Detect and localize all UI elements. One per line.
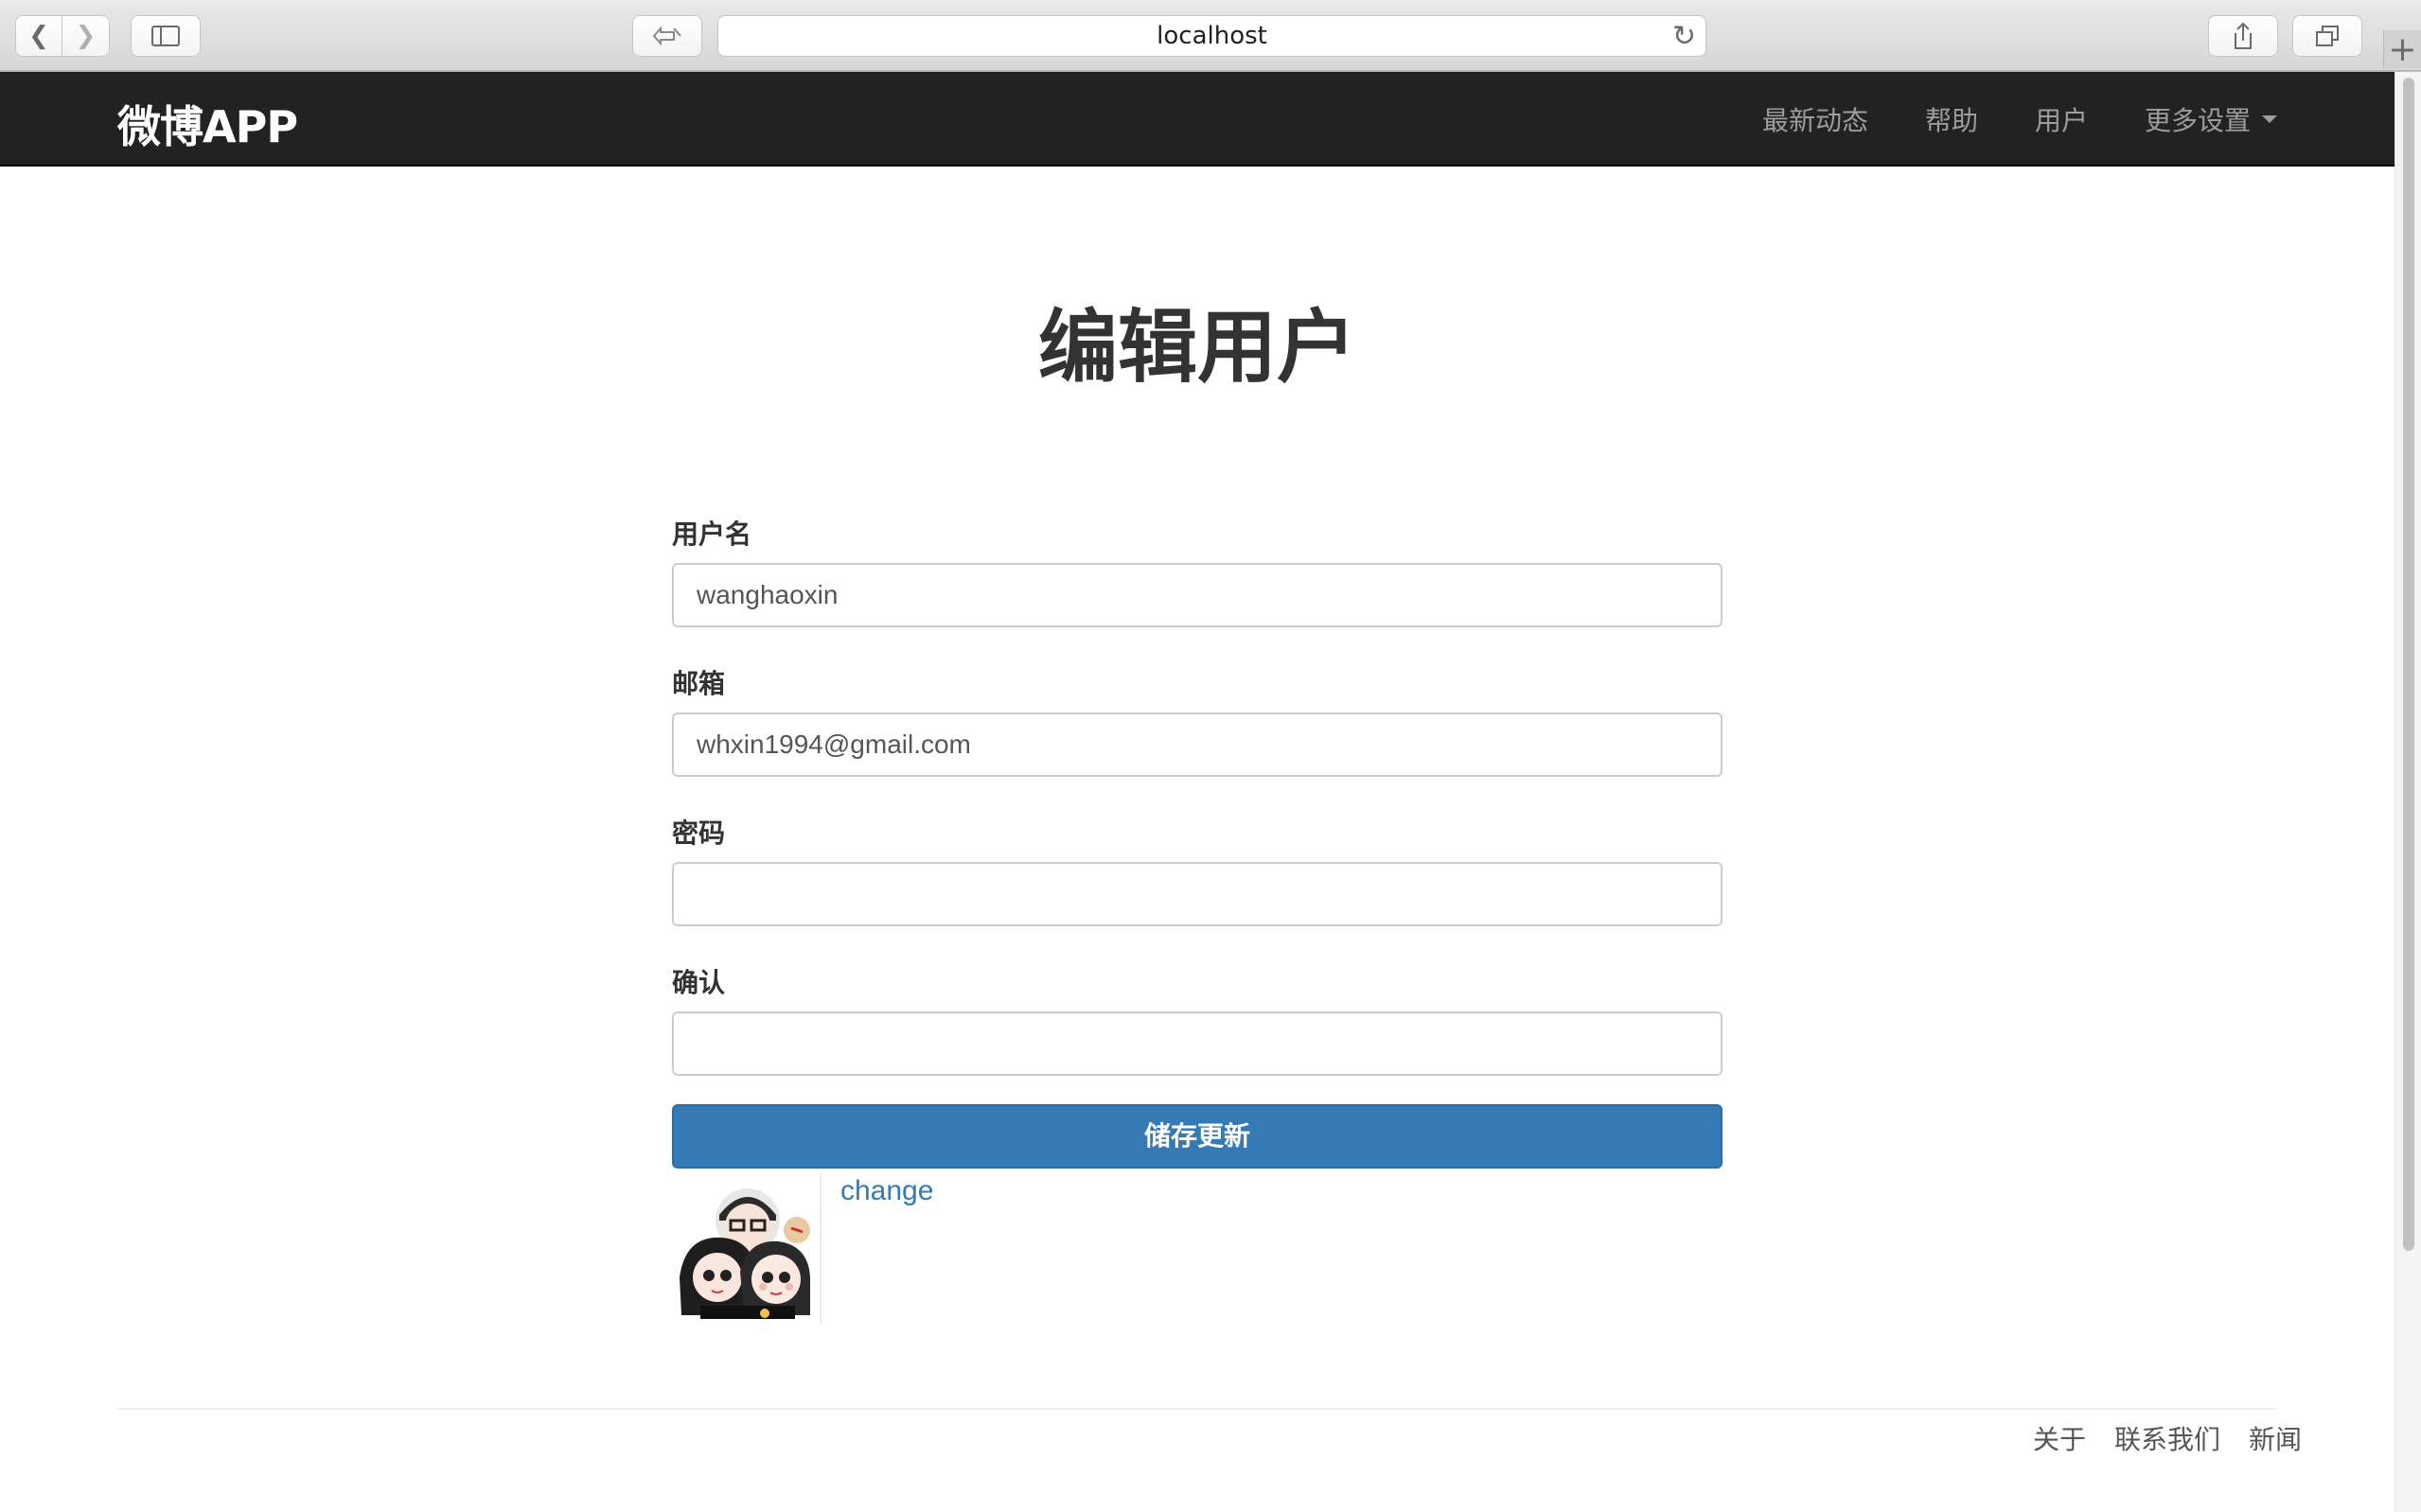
edit-user-form: 用户名 邮箱 密码 确认 储存更新 <box>672 516 1723 1169</box>
reload-icon[interactable]: ↻ <box>1672 20 1696 53</box>
tabs-icon <box>2316 26 2339 46</box>
chevron-right-icon: ❯ <box>75 22 97 50</box>
confirm-password-field[interactable] <box>672 1011 1723 1076</box>
footer-links: 关于 联系我们 新闻 <box>2033 1419 2302 1457</box>
page-scrollbar[interactable] <box>2394 72 2421 1512</box>
reader-button[interactable] <box>632 15 702 57</box>
scrollbar-thumb[interactable] <box>2403 78 2414 1251</box>
browser-toolbar: ❮ ❯ localhost ↻ + <box>0 0 2421 72</box>
sidebar-toggle-button[interactable] <box>131 15 201 57</box>
nav-dropdown-more-settings[interactable]: 更多设置 <box>2145 100 2277 138</box>
back-button[interactable]: ❮ <box>15 15 62 57</box>
forward-button[interactable]: ❯ <box>62 15 110 57</box>
save-changes-button[interactable]: 储存更新 <box>672 1104 1723 1169</box>
footer-link-contact[interactable]: 联系我们 <box>2114 1419 2220 1457</box>
address-bar[interactable]: localhost ↻ <box>717 15 1706 57</box>
nav-link-latest[interactable]: 最新动态 <box>1762 100 1868 138</box>
username-field[interactable] <box>672 563 1723 627</box>
brand-logo[interactable]: 微博APP <box>117 93 298 155</box>
footer-link-news[interactable]: 新闻 <box>2249 1419 2302 1457</box>
username-label: 用户名 <box>672 519 752 550</box>
email-field[interactable] <box>672 712 1723 777</box>
site-navbar: 微博APP 最新动态 帮助 用户 更多设置 <box>0 72 2394 167</box>
tab-overview-button[interactable] <box>2292 15 2362 57</box>
avatar <box>672 1173 822 1325</box>
nav-links: 最新动态 帮助 用户 更多设置 <box>1762 100 2277 138</box>
url-text: localhost <box>1157 22 1267 50</box>
caret-down-icon <box>2262 115 2277 123</box>
password-field[interactable] <box>672 862 1723 926</box>
share-button[interactable] <box>2208 15 2278 57</box>
new-tab-button[interactable]: + <box>2383 29 2421 69</box>
footer-link-about[interactable]: 关于 <box>2033 1419 2086 1457</box>
nav-link-users[interactable]: 用户 <box>2035 100 2088 138</box>
plus-icon: + <box>2388 29 2417 69</box>
sidebar-icon <box>151 26 180 46</box>
share-icon <box>2235 22 2252 49</box>
avatar-image <box>672 1173 820 1325</box>
email-label: 邮箱 <box>672 668 726 699</box>
page-title: 编辑用户 <box>1037 301 1356 394</box>
change-avatar-link[interactable]: change <box>840 1175 933 1325</box>
chevron-left-icon: ❮ <box>28 22 49 50</box>
reader-icon <box>652 26 681 46</box>
avatar-section: change <box>672 1173 933 1325</box>
nav-dropdown-label: 更多设置 <box>2144 105 2251 136</box>
nav-link-help[interactable]: 帮助 <box>1925 100 1978 138</box>
footer-divider <box>117 1408 2275 1410</box>
confirm-password-label: 确认 <box>672 967 726 998</box>
password-label: 密码 <box>672 818 726 849</box>
